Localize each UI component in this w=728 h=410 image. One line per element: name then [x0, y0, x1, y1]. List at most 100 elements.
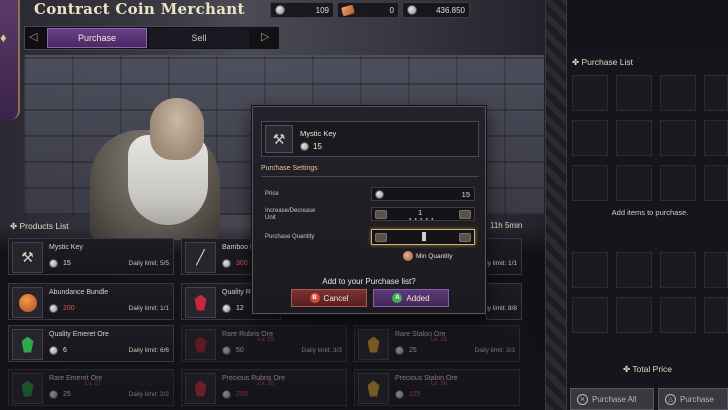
- tab-left-arrow-icon[interactable]: ◁: [29, 30, 37, 43]
- cross-button-icon: ✕: [577, 393, 588, 405]
- silver-coin-icon: [407, 5, 417, 15]
- purchase-slot[interactable]: [572, 252, 608, 288]
- purchase-label: Purchase: [680, 394, 714, 404]
- product-price: 6: [63, 347, 67, 354]
- confirm-question: Add to your Purchase list?: [322, 277, 416, 286]
- currency-tickets: 0: [337, 2, 399, 18]
- purchase-list-empty-message: Add items to purchase.: [611, 208, 689, 217]
- increment-unit-field[interactable]: 1 ● ● ● ● ●: [371, 207, 475, 221]
- purchase-slot[interactable]: [660, 75, 696, 111]
- purchase-slot[interactable]: [660, 165, 696, 201]
- purchase-slot[interactable]: [616, 252, 652, 288]
- product-card-mystic-key[interactable]: ⚒ Mystic Key 15 Daily limit: 5/5: [8, 238, 174, 275]
- product-card-rare-rubris[interactable]: Rare Rubris Ore Lv. 25 50 Daily limit: 3…: [181, 325, 347, 362]
- fleur-icon: ✤: [623, 364, 631, 374]
- purchase-slot[interactable]: [616, 120, 652, 156]
- purchase-quantity-input[interactable]: [371, 229, 475, 245]
- product-price: 50: [236, 347, 244, 354]
- purchase-list-header: ✤ Purchase List: [572, 57, 633, 68]
- product-card-abundance-bundle[interactable]: Abundance Bundle 200 Daily limit: 1/1: [8, 283, 174, 320]
- product-level-requirement: Lv. 36: [431, 381, 447, 387]
- tab-sell[interactable]: Sell: [149, 28, 249, 48]
- purchase-slot[interactable]: [572, 165, 608, 201]
- min-quantity-button[interactable]: Min Quantity: [416, 253, 453, 260]
- purchase-all-button[interactable]: ✕ Purchase All: [570, 388, 654, 410]
- purchase-slot[interactable]: [616, 75, 652, 111]
- stalon-ore-icon: [358, 329, 389, 360]
- product-card-partial[interactable]: Daily limit: 1/1: [477, 238, 522, 275]
- purchase-settings-title: Purchase Settings: [261, 165, 479, 177]
- purchase-slot[interactable]: [704, 165, 728, 201]
- currency-silver-coins: 109: [270, 2, 334, 18]
- purchase-slot[interactable]: [572, 75, 608, 111]
- purchase-slot[interactable]: [704, 297, 728, 333]
- cancel-button[interactable]: B Cancel: [291, 289, 367, 307]
- purchase-button[interactable]: △ Purchase: [658, 388, 728, 410]
- purchase-slot[interactable]: [616, 297, 652, 333]
- cancel-button-label: Cancel: [323, 293, 349, 303]
- a-button-icon: A: [392, 293, 403, 303]
- purchase-slot[interactable]: [660, 297, 696, 333]
- added-button[interactable]: A Added: [373, 289, 449, 307]
- price-label: Price: [265, 191, 279, 197]
- increase-unit-button[interactable]: [459, 210, 471, 219]
- triangle-button-icon: △: [665, 393, 676, 405]
- products-list-header: ✤ Products List: [10, 221, 69, 232]
- purchase-slot[interactable]: [616, 165, 652, 201]
- product-card-rare-stalon[interactable]: Rare Stalon Ore Lv. 26 25 Daily limit: 3…: [354, 325, 520, 362]
- purchase-slot[interactable]: [704, 75, 728, 111]
- decrease-unit-button[interactable]: [375, 210, 387, 219]
- product-name: Quality R: [222, 289, 251, 296]
- product-level-requirement: Lv. 26: [431, 337, 447, 343]
- ruby-ore-icon: [185, 287, 216, 318]
- purchase-settings-dialog: ⚒ Mystic Key 15 Purchase Settings Price …: [252, 106, 486, 314]
- quantity-cursor: [422, 232, 426, 241]
- emerald-ore-icon: [12, 329, 43, 360]
- purchase-all-label: Purchase All: [592, 394, 637, 404]
- product-card-quality-emeret[interactable]: Quality Emeret Ore 6 Daily limit: 6/6: [8, 325, 174, 362]
- product-price: 300: [236, 260, 248, 267]
- product-daily-limit: Daily limit: 2/2: [128, 391, 169, 398]
- ruby-ore-icon: [185, 329, 216, 360]
- tab-right-arrow-icon[interactable]: ▷: [261, 30, 269, 43]
- product-level-requirement: Lv. 35: [258, 381, 274, 387]
- reset-timer: 11h 5min: [490, 221, 523, 230]
- product-card-precious-stalon[interactable]: Precious Stalon Ore Lv. 36 125: [354, 369, 520, 406]
- product-card-rare-emeret[interactable]: Rare Emeret Ore Lv. 27 25 Daily limit: 2…: [8, 369, 174, 406]
- product-card-precious-rubris[interactable]: Precious Rubris Ore Lv. 35 250: [181, 369, 347, 406]
- product-name: Bamboo F: [222, 244, 255, 251]
- purchase-slot[interactable]: [572, 297, 608, 333]
- silver-coin-icon: [375, 190, 384, 199]
- purchase-slot[interactable]: [660, 252, 696, 288]
- silver-coin-icon: [49, 346, 58, 355]
- purchase-slot[interactable]: [660, 120, 696, 156]
- product-card-partial[interactable]: Daily limit: 8/8: [477, 283, 522, 320]
- currency-silver-total: 436.850: [402, 2, 470, 18]
- purchase-slot[interactable]: [572, 120, 608, 156]
- silver-coin-icon: [222, 346, 231, 355]
- tab-purchase[interactable]: Purchase: [47, 28, 147, 48]
- purchase-slot[interactable]: [704, 252, 728, 288]
- product-name: Precious Stalon Ore: [395, 375, 458, 382]
- product-price: 250: [236, 391, 248, 398]
- decrease-quantity-button[interactable]: [375, 233, 387, 242]
- total-price-header: ✤ Total Price: [623, 364, 672, 375]
- product-daily-limit: Daily limit: 3/3: [301, 347, 342, 354]
- b-button-icon: B: [309, 293, 320, 303]
- product-daily-limit: Daily limit: 5/5: [128, 260, 169, 267]
- silver-coin-icon: [300, 142, 309, 151]
- product-price: 125: [409, 391, 421, 398]
- silver-coin-icon: [395, 346, 404, 355]
- key-icon: ⚒: [265, 125, 293, 153]
- increase-quantity-button[interactable]: [459, 233, 471, 242]
- product-level-requirement: Lv. 25: [258, 337, 274, 343]
- increment-dots: ● ● ● ● ●: [409, 216, 435, 221]
- product-name: Quality Emeret Ore: [49, 331, 109, 338]
- emerald-ore-icon: [12, 373, 43, 404]
- currency-value: 436.850: [436, 5, 465, 15]
- currency-value: 0: [389, 5, 394, 15]
- purchase-slot[interactable]: [704, 120, 728, 156]
- purchase-quantity-label: Purchase Quantity: [265, 234, 315, 240]
- min-quantity-icon[interactable]: [403, 251, 413, 261]
- silver-coin-icon: [275, 5, 285, 15]
